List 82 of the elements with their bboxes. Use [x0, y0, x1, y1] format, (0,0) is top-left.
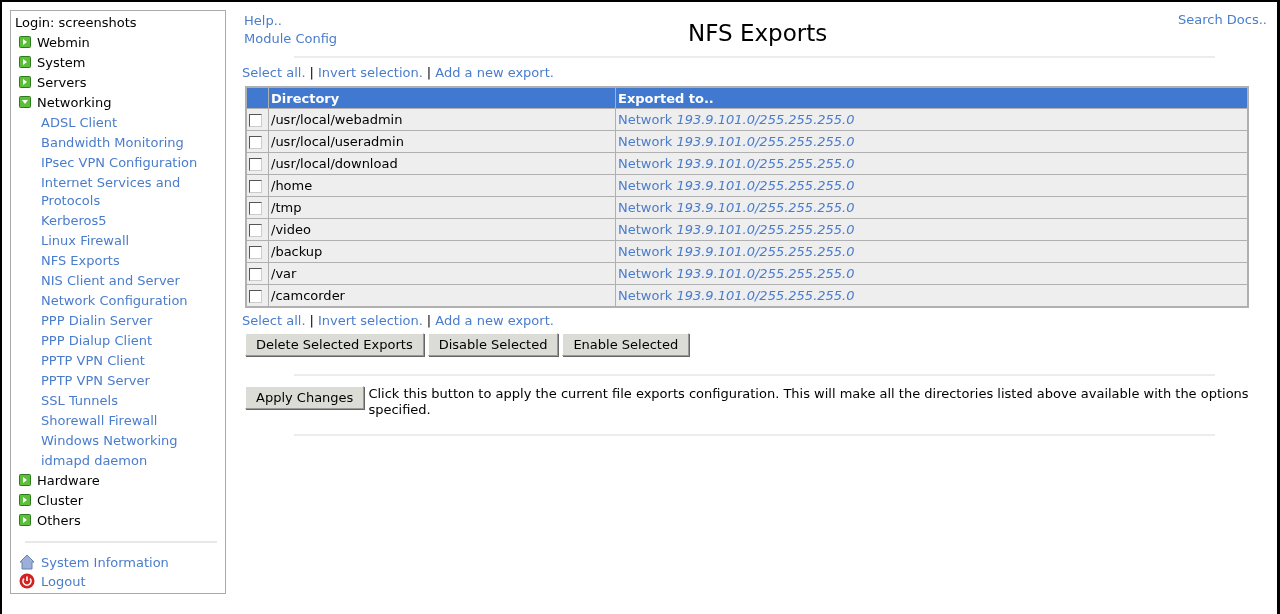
directory-cell: /usr/local/useradmin: [268, 130, 616, 153]
category-item[interactable]: System: [15, 53, 221, 73]
checkbox[interactable]: [249, 158, 262, 171]
separator: |: [426, 64, 432, 82]
expand-icon[interactable]: [19, 55, 31, 68]
expand-icon[interactable]: [19, 473, 31, 486]
directory-cell: /video: [268, 218, 616, 241]
action-button[interactable]: Enable Selected: [562, 333, 690, 356]
category-label[interactable]: Others: [37, 511, 81, 531]
column-header: Exported to..: [615, 87, 1248, 109]
module-link[interactable]: Shorewall Firewall: [15, 412, 211, 430]
directory-cell: /var: [268, 262, 616, 285]
action-link[interactable]: Select all.: [242, 312, 306, 330]
directory-cell: /usr/local/webadmin: [268, 108, 616, 131]
column-header: Directory: [268, 87, 616, 109]
expand-icon[interactable]: [19, 513, 31, 526]
expand-icon[interactable]: [19, 75, 31, 88]
header-link[interactable]: Help..: [244, 12, 338, 30]
module-link[interactable]: PPTP VPN Client: [15, 352, 211, 370]
module-link[interactable]: PPTP VPN Server: [15, 372, 211, 390]
module-link[interactable]: Bandwidth Monitoring: [15, 134, 211, 152]
separator: |: [309, 312, 314, 330]
category-label[interactable]: Networking: [37, 93, 112, 113]
category-item[interactable]: Others: [15, 511, 221, 531]
power-icon: [19, 573, 35, 590]
category-label[interactable]: Webmin: [37, 33, 90, 53]
action-button[interactable]: Disable Selected: [427, 333, 559, 356]
category-label[interactable]: Servers: [37, 73, 87, 93]
module-link[interactable]: PPP Dialup Client: [15, 332, 211, 350]
module-link[interactable]: Kerberos5: [15, 212, 211, 230]
module-link[interactable]: Internet Services and Protocols: [15, 174, 211, 210]
category-item[interactable]: Networking: [15, 93, 221, 113]
house-icon: [19, 554, 35, 571]
module-link[interactable]: Network Configuration: [15, 292, 211, 310]
action-button[interactable]: Delete Selected Exports: [245, 333, 424, 356]
directory-cell: /camcorder: [268, 284, 616, 307]
directory-cell: /tmp: [268, 196, 616, 219]
page-title: NFS Exports: [687, 20, 828, 48]
header-link[interactable]: Module Config: [244, 30, 338, 48]
module-link[interactable]: Windows Networking: [15, 432, 211, 450]
category-item[interactable]: Hardware: [15, 471, 221, 491]
action-link[interactable]: Invert selection.: [317, 312, 423, 330]
separator: |: [426, 312, 432, 330]
module-link[interactable]: SSL Tunnels: [15, 392, 211, 410]
module-link[interactable]: IPsec VPN Configuration: [15, 154, 211, 172]
action-link[interactable]: Add a new export.: [435, 64, 554, 82]
expand-icon[interactable]: [19, 35, 31, 48]
category-item[interactable]: Servers: [15, 73, 221, 93]
checkbox[interactable]: [249, 114, 262, 127]
checkbox[interactable]: [249, 290, 262, 303]
checkbox[interactable]: [249, 246, 262, 259]
module-link[interactable]: Linux Firewall: [15, 232, 211, 250]
category-label[interactable]: Cluster: [37, 491, 84, 511]
expand-icon[interactable]: [19, 493, 31, 506]
module-link[interactable]: idmapd daemon: [15, 452, 211, 470]
sidebar-link[interactable]: System Information: [41, 554, 169, 570]
category-label[interactable]: Hardware: [37, 471, 100, 491]
directory-cell: /home: [268, 174, 616, 197]
collapse-icon[interactable]: [19, 95, 31, 108]
apply-changes-button[interactable]: Apply Changes: [245, 386, 365, 409]
category-label[interactable]: System: [37, 53, 86, 73]
checkbox[interactable]: [249, 202, 262, 215]
module-link[interactable]: ADSL Client: [15, 114, 211, 132]
directory-cell: /backup: [268, 240, 616, 263]
module-link[interactable]: NIS Client and Server: [15, 272, 211, 290]
action-link[interactable]: Select all.: [242, 64, 306, 82]
search-docs-link[interactable]: Search Docs..: [1178, 12, 1267, 48]
checkbox[interactable]: [249, 180, 262, 193]
module-link[interactable]: NFS Exports: [15, 252, 211, 270]
directory-cell: /usr/local/download: [268, 152, 616, 175]
checkbox[interactable]: [249, 224, 262, 237]
category-item[interactable]: Webmin: [15, 33, 221, 53]
sidebar-link[interactable]: Logout: [41, 573, 86, 589]
action-link[interactable]: Add a new export.: [435, 312, 554, 330]
module-link[interactable]: PPP Dialin Server: [15, 312, 211, 330]
category-item[interactable]: Cluster: [15, 491, 221, 511]
checkbox[interactable]: [249, 268, 262, 281]
separator: |: [309, 64, 314, 82]
login-label: Login: screenshots: [15, 14, 138, 32]
checkbox[interactable]: [249, 136, 262, 149]
action-link[interactable]: Invert selection.: [317, 64, 423, 82]
apply-description: Click this button to apply the current file exports configuration. This will make all the directories listed above available with the options specified.: [368, 386, 1250, 418]
